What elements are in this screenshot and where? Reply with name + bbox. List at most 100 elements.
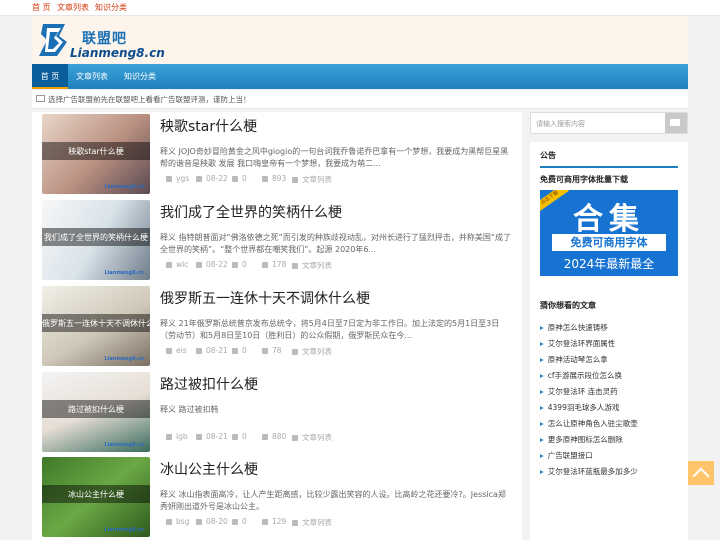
main-nav: 首 页 文章列表 知识分类 bbox=[32, 64, 688, 89]
post-item: 冰山公主什么梗 Lianmeng8.cn 冰山公主什么梗 释义 冰山指表面高冷，… bbox=[42, 457, 512, 539]
post-excerpt: 释义 JOJO奇妙冒险黄金之风中giogio的一句台词我乔鲁诺乔巴拿有一个梦想，… bbox=[160, 147, 509, 168]
comment-icon bbox=[232, 176, 238, 182]
list-item[interactable]: 艾尔登法环 连击灵药 bbox=[540, 386, 618, 398]
post-item: 秧歌star什么梗 Lianmeng8.cn 秧歌star什么梗 释义 JOJO… bbox=[42, 114, 512, 196]
folder-icon bbox=[292, 177, 298, 183]
nav-item-categories[interactable]: 知识分类 bbox=[116, 64, 164, 89]
list-item[interactable]: 更多原神图标怎么删除 bbox=[540, 434, 623, 446]
search-box: 请输入搜索内容 bbox=[530, 112, 688, 134]
comment-icon bbox=[232, 434, 238, 440]
list-item[interactable]: cf手游展示段位怎么换 bbox=[540, 370, 622, 382]
thumbnail-caption: 秧歌star什么梗 bbox=[68, 147, 124, 156]
post-item: 我们成了全世界的笑柄什么梗 Lianmeng8.cn 我们成了全世界的笑柄什么梗… bbox=[42, 200, 512, 282]
post-comments: 0 bbox=[242, 517, 247, 526]
top-bar: 首 页 文章列表 知识分类 bbox=[0, 0, 720, 16]
post-views: 129 bbox=[272, 517, 287, 526]
post-title[interactable]: 路过被扣什么梗 bbox=[160, 374, 258, 394]
top-link-categories[interactable]: 知识分类 bbox=[95, 2, 127, 13]
site-logo-icon[interactable] bbox=[37, 22, 69, 58]
post-title[interactable]: 俄罗斯五一连休十天不调休什么梗 bbox=[160, 288, 370, 308]
post-excerpt: 释义 21年俄罗斯总统普京发布总统令，将5月4日至7日定为非工作日。加上法定的5… bbox=[160, 319, 500, 340]
calendar-icon bbox=[196, 348, 202, 354]
post-author: ygs bbox=[176, 174, 190, 183]
views-icon bbox=[262, 262, 268, 268]
site-header: 联盟吧 Lianmeng8.cn bbox=[32, 16, 688, 64]
calendar-icon bbox=[196, 434, 202, 440]
list-item[interactable]: 4399羽毛球多人游戏 bbox=[540, 402, 620, 414]
calendar-icon bbox=[196, 176, 202, 182]
post-author: wlc bbox=[176, 260, 189, 269]
post-date: 08-20 bbox=[206, 517, 228, 526]
folder-icon bbox=[292, 349, 298, 355]
post-category[interactable]: 文章列表 bbox=[302, 433, 332, 442]
post-list: 秧歌star什么梗 Lianmeng8.cn 秧歌star什么梗 释义 JOJO… bbox=[32, 112, 522, 540]
post-views: 893 bbox=[272, 174, 287, 183]
notice-widget: 公告 免费可商用字体批量下载 点击下载 合集 免费可商用字体 2024年最新最全 bbox=[530, 142, 688, 292]
post-date: 08-22 bbox=[206, 174, 228, 183]
thumbnail-caption: 路过被扣什么梗 bbox=[68, 405, 124, 414]
search-input[interactable]: 请输入搜索内容 bbox=[536, 119, 585, 129]
list-item[interactable]: 艾尔登法环蓝瓶最多加多少 bbox=[540, 466, 638, 478]
widget-title-guess: 猜你想看的文章 bbox=[540, 301, 596, 310]
list-item[interactable]: 原神怎么快速铸移 bbox=[540, 322, 608, 334]
notice-text: 选择广告联盟前先在联盟吧上看看广告联盟评测，谨防上当！ bbox=[48, 95, 251, 104]
post-thumbnail[interactable]: 秧歌star什么梗 Lianmeng8.cn bbox=[42, 114, 150, 194]
post-views: 880 bbox=[272, 432, 287, 441]
user-icon bbox=[166, 176, 172, 182]
post-comments: 0 bbox=[242, 346, 247, 355]
list-item[interactable]: 艾尔登法环界面属性 bbox=[540, 338, 616, 350]
thumbnail-caption: 我们成了全世界的笑柄什么梗 bbox=[44, 233, 148, 242]
views-icon bbox=[262, 519, 268, 525]
folder-icon bbox=[292, 263, 298, 269]
search-button[interactable] bbox=[665, 113, 687, 133]
post-item: 路过被扣什么梗 Lianmeng8.cn 路过被扣什么梗 释义 路过被扣韩 lg… bbox=[42, 372, 512, 454]
post-thumbnail[interactable]: 我们成了全世界的笑柄什么梗 Lianmeng8.cn bbox=[42, 200, 150, 280]
list-item[interactable]: 原神活动琴怎么拿 bbox=[540, 354, 608, 366]
views-icon bbox=[262, 348, 268, 354]
post-thumbnail[interactable]: 路过被扣什么梗 Lianmeng8.cn bbox=[42, 372, 150, 452]
top-link-home[interactable]: 首 页 bbox=[32, 2, 51, 13]
post-comments: 0 bbox=[242, 174, 247, 183]
thumbnail-watermark: Lianmeng8.cn bbox=[104, 442, 144, 448]
notice-bar: 选择广告联盟前先在联盟吧上看看广告联盟评测，谨防上当！ bbox=[32, 90, 688, 109]
thumbnail-watermark: Lianmeng8.cn bbox=[104, 527, 144, 533]
post-category[interactable]: 文章列表 bbox=[302, 518, 332, 527]
banner-heading: 合集 bbox=[573, 202, 645, 237]
views-icon bbox=[262, 434, 268, 440]
comment-icon bbox=[232, 519, 238, 525]
post-category[interactable]: 文章列表 bbox=[302, 261, 332, 270]
thumbnail-watermark: Lianmeng8.cn bbox=[104, 184, 144, 190]
back-to-top-button[interactable] bbox=[688, 461, 714, 485]
list-item[interactable]: 广告联盟接口 bbox=[540, 450, 593, 462]
banner-tagline: 2024年最新最全 bbox=[563, 257, 655, 271]
post-author: eis bbox=[176, 346, 187, 355]
post-excerpt: 释义 冰山指表面高冷，让人产生距离感，比较少露出笑容的人设。比高岭之花还要冷?。… bbox=[160, 490, 506, 511]
nav-item-articles[interactable]: 文章列表 bbox=[68, 64, 116, 89]
post-comments: 0 bbox=[242, 432, 247, 441]
post-author: lgb bbox=[176, 432, 188, 441]
font-download-banner[interactable]: 点击下载 合集 免费可商用字体 2024年最新最全 bbox=[540, 190, 678, 276]
notice-link[interactable]: 免费可商用字体批量下载 bbox=[540, 174, 628, 185]
post-category[interactable]: 文章列表 bbox=[302, 175, 332, 184]
widget-title-notice: 公告 bbox=[540, 151, 556, 160]
post-thumbnail[interactable]: 俄罗斯五一连休十天不调休什么梗 Lianmeng8.cn bbox=[42, 286, 150, 366]
top-link-articles[interactable]: 文章列表 bbox=[57, 2, 89, 13]
folder-icon bbox=[292, 435, 298, 441]
guess-widget: 猜你想看的文章 原神怎么快速铸移 艾尔登法环界面属性 原神活动琴怎么拿 cf手游… bbox=[530, 292, 688, 540]
banner-subheading: 免费可商用字体 bbox=[552, 234, 666, 251]
post-category[interactable]: 文章列表 bbox=[302, 347, 332, 356]
user-icon bbox=[166, 519, 172, 525]
post-title[interactable]: 冰山公主什么梗 bbox=[160, 459, 258, 479]
list-item[interactable]: 怎么让原神角色入驻尘歌壶 bbox=[540, 418, 638, 430]
comment-icon bbox=[232, 262, 238, 268]
thumbnail-caption: 冰山公主什么梗 bbox=[68, 490, 124, 499]
post-title[interactable]: 秧歌star什么梗 bbox=[160, 116, 257, 136]
folder-icon bbox=[292, 520, 298, 526]
post-thumbnail[interactable]: 冰山公主什么梗 Lianmeng8.cn bbox=[42, 457, 150, 537]
post-views: 178 bbox=[272, 260, 287, 269]
nav-item-home[interactable]: 首 页 bbox=[32, 64, 68, 89]
thumbnail-caption: 俄罗斯五一连休十天不调休什么梗 bbox=[42, 319, 150, 328]
post-title[interactable]: 我们成了全世界的笑柄什么梗 bbox=[160, 202, 342, 222]
post-author: bsg bbox=[176, 517, 190, 526]
user-icon bbox=[166, 262, 172, 268]
